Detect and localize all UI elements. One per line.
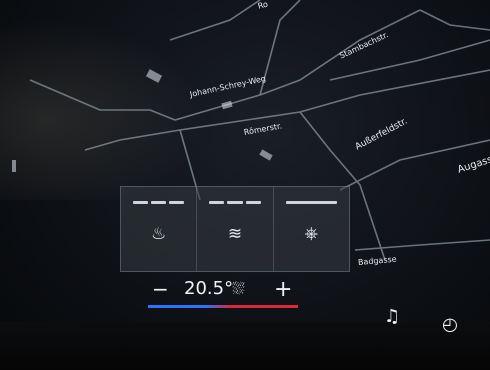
music-note-icon[interactable]: ♫ [384,306,400,327]
steering-wheel-heating-icon: ⎈ [304,224,319,244]
temperature-decrease-button[interactable]: − [152,277,169,301]
bottom-bezel [0,322,490,370]
temperature-increase-button[interactable]: + [274,277,292,302]
navigation-icon[interactable]: ◴ [442,314,458,335]
seat-climate-icon[interactable]: ⛆ [232,279,245,299]
seat-ventilation-level [209,201,261,204]
seat-heating-icon: ♨ [151,224,167,244]
steering-wheel-heating-button[interactable]: ⎈ [274,187,349,271]
seat-ventilation-icon: ≋ [227,224,243,244]
temperature-gradient-bar [148,305,298,308]
temperature-control: − 20.5° ⛆ + [140,275,310,305]
seat-ventilation-button[interactable]: ≋ [197,187,274,271]
steering-wheel-heating-level [285,201,337,204]
seat-heating-level [133,201,185,204]
temperature-value: 20.5° [184,278,234,299]
map-roads [12,0,490,261]
seat-heating-button[interactable]: ♨ [121,187,198,271]
climate-quick-panel: ♨ ≋ ⎈ [120,186,350,272]
